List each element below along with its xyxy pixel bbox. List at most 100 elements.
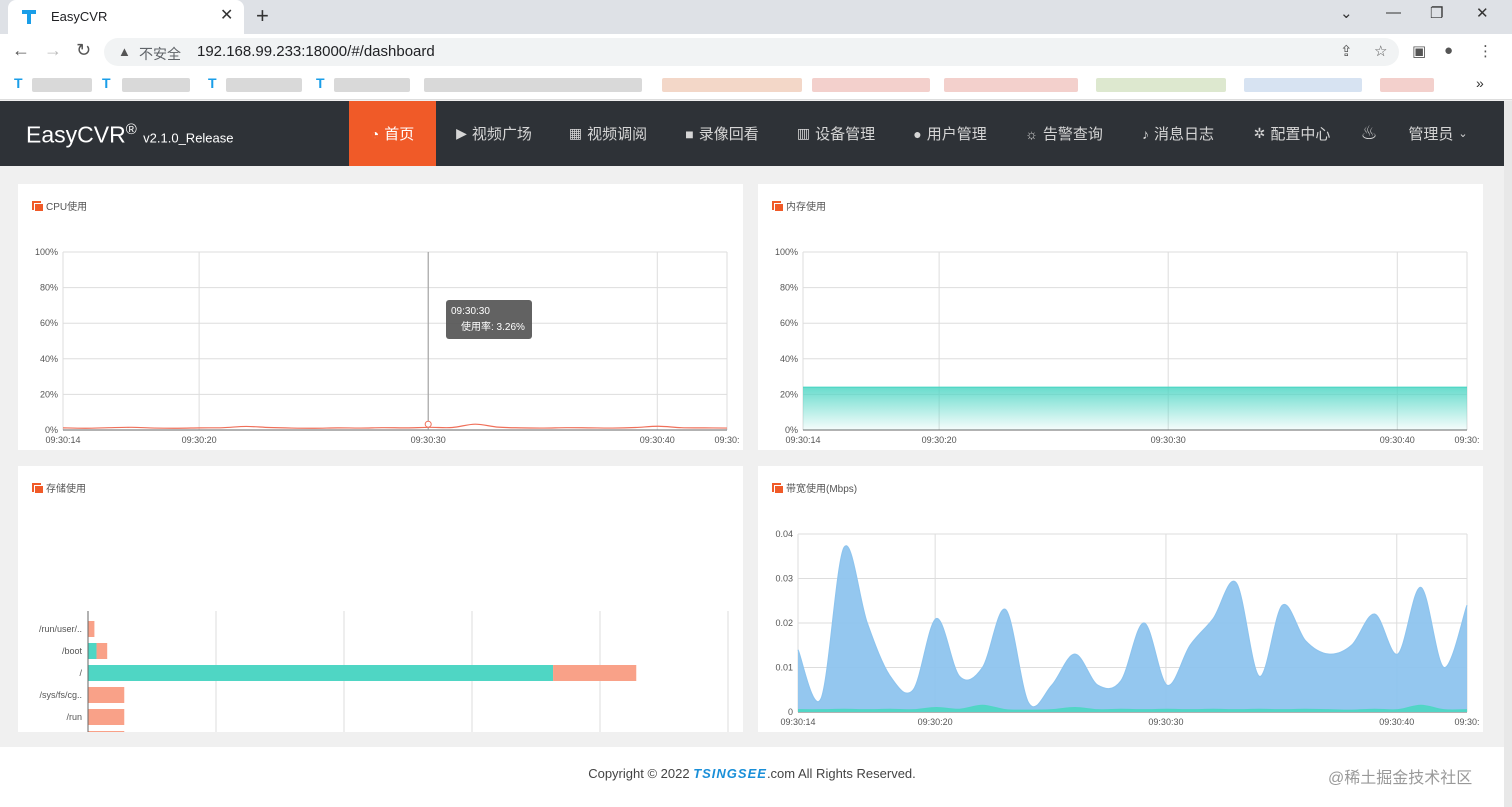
easycvr-favicon-icon [22,10,36,24]
bandwidth-panel: 带宽使用(Mbps) 0.04 0.03 0.02 0.01 0 09:30:14 09:3… [758,466,1483,732]
nav-label: 视频调阅 [587,126,648,143]
bookmark-item[interactable] [334,78,410,92]
nav-video-browse[interactable]: ▦ 视频调阅 [560,101,656,166]
bookmarks-overflow-icon[interactable]: » [1476,75,1484,91]
nav-alarm-query[interactable]: ☼ 告警查询 [1016,101,1112,166]
tab-strip: EasyCVR ✕ + ⌄ — ❐ ✕ [0,0,1512,34]
nav-home[interactable]: ◔ 首页 [349,101,436,166]
warning-icon[interactable]: ▲ [118,44,131,59]
tab-title: EasyCVR [51,9,108,24]
bookmark-icon[interactable]: T [316,75,325,91]
nav-label: 告警查询 [1042,126,1103,143]
footer: Copyright © 2022 TSINGSEE.com All Rights… [0,747,1504,807]
bar-segment [88,709,125,725]
y-tick-label: 20% [40,389,58,399]
forward-icon[interactable]: → [44,40,62,61]
bookmark-item[interactable] [1380,78,1434,92]
storage-panel: 存储使用 03691215/run/user/../boot//sys/fs/c… [18,466,743,732]
bar-segment [96,643,108,659]
x-tick-label: 09:30:20 [182,435,217,445]
y-tick-label: 0% [45,425,58,435]
nav-config-center[interactable]: ✲ 配置中心 [1244,101,1340,166]
nav-device-management[interactable]: ▥ 设备管理 [788,101,884,166]
bookmark-item[interactable] [226,78,302,92]
camera-icon: ■ [685,125,694,142]
brand-name: EasyCVR [26,121,126,148]
bar-segment [88,621,95,637]
bar-segment [553,665,637,681]
copyright-prefix: Copyright © 2022 [588,766,694,781]
x-tick-label: 09:30:40 [1380,435,1415,445]
tab-search-icon[interactable]: ⌄ [1340,4,1353,22]
y-tick-label: 100% [775,247,798,257]
app-brand[interactable]: EasyCVR® v2.1.0_Release [26,121,234,149]
x-tick-label: 09:30:14 [785,435,820,445]
bookmark-item[interactable] [662,78,802,92]
bookmark-icon[interactable]: T [14,75,23,91]
close-window-icon[interactable]: ✕ [1476,4,1489,22]
y-category-label: /boot [62,646,83,656]
nav-user-management[interactable]: ● 用户管理 [902,101,998,166]
bookmarks-bar: T T T T » [0,70,1512,100]
watermark: @稀土掘金技术社区 [1328,770,1473,787]
y-tick-label: 100% [35,247,58,257]
close-tab-icon[interactable]: ✕ [220,5,233,25]
nav-label: 首页 [384,126,415,143]
bell-icon: ♪ [1141,125,1149,142]
back-icon[interactable]: ← [12,40,30,61]
minimize-icon[interactable]: — [1386,4,1401,21]
device-icon: ▥ [796,125,811,141]
copyright-suffix: .com All Rights Reserved. [766,766,916,781]
bookmark-item[interactable] [944,78,1078,92]
reload-icon[interactable]: ↻ [76,40,91,61]
y-tick-label: 60% [40,318,58,328]
y-category-label: / [79,668,82,678]
bookmark-item[interactable] [812,78,930,92]
nav-video-square[interactable]: ▶ 视频广场 [446,101,542,166]
nav-label: 配置中心 [1270,126,1331,143]
user-menu[interactable]: 管理员 ⌄ [1398,101,1478,166]
bookmark-star-icon[interactable]: ☆ [1374,42,1387,60]
y-tick-label: 0% [785,425,798,435]
nav-message-log[interactable]: ♪ 消息日志 [1130,101,1226,166]
x-tick-label: 09:30:20 [922,435,957,445]
bookmark-item[interactable] [1244,78,1362,92]
y-tick-label: 0.01 [775,663,793,673]
url-text[interactable]: 192.168.99.233:18000/#/dashboard [197,43,435,60]
cpu-chart: 100% 80% 60% 40% 20% 0%09:30:14 09:30:20 09:30:… [35,247,740,445]
bookmark-item[interactable] [1096,78,1226,92]
nav-playback[interactable]: ■ 录像回看 [674,101,770,166]
y-tick-label: 60% [780,318,798,328]
new-tab-icon[interactable]: + [256,3,269,29]
bookmark-item[interactable] [424,78,642,92]
y-tick-label: 40% [40,354,58,364]
x-tick-label: 09:30:30 [411,435,446,445]
share-icon[interactable]: ⇪ [1340,42,1353,60]
nav-label: 用户管理 [926,126,987,143]
footer-brand[interactable]: TSINGSEE [693,766,767,781]
url-box[interactable]: ▲ 不安全 192.168.99.233:18000/#/dashboard [104,38,1399,66]
bandwidth-chart: 0.04 0.03 0.02 0.01 009:30:14 09:30:20 09:30:3… [775,529,1479,727]
alarm-icon: ☼ [1025,125,1038,142]
y-tick-label: 80% [40,283,58,293]
x-tick-label: 09:30:30 [1151,435,1186,445]
notification-button[interactable]: ♨ [1352,101,1386,166]
profile-icon[interactable]: ● [1444,42,1453,59]
bookmark-item[interactable] [122,78,190,92]
y-tick-label: 0 [788,707,793,717]
x-tick-label: 09:30: [1454,717,1479,727]
easycvr-app: EasyCVR® v2.1.0_Release ◔ 首页 ▶ 视频广场 ▦ 视频调阅 … [0,101,1512,807]
top-navbar: EasyCVR® v2.1.0_Release ◔ 首页 ▶ 视频广场 ▦ 视频调阅 … [0,101,1504,166]
x-tick-label: 09:30:14 [45,435,80,445]
browser-tab[interactable]: EasyCVR ✕ [8,0,244,34]
bookmark-item[interactable] [32,78,92,92]
series-area [803,387,1467,430]
maximize-icon[interactable]: ❐ [1430,4,1443,22]
vertical-scrollbar[interactable] [1504,101,1512,807]
menu-icon[interactable]: ⋮ [1478,42,1493,60]
side-panel-icon[interactable]: ▣ [1412,42,1426,60]
cpu-panel: CPU使用 100% 80% 60% 40% 20% 0% 09:30:14 09:30:20… [18,184,743,450]
bookmark-icon[interactable]: T [102,75,111,91]
bookmark-icon[interactable]: T [208,75,217,91]
grid-icon: ▦ [568,125,583,141]
